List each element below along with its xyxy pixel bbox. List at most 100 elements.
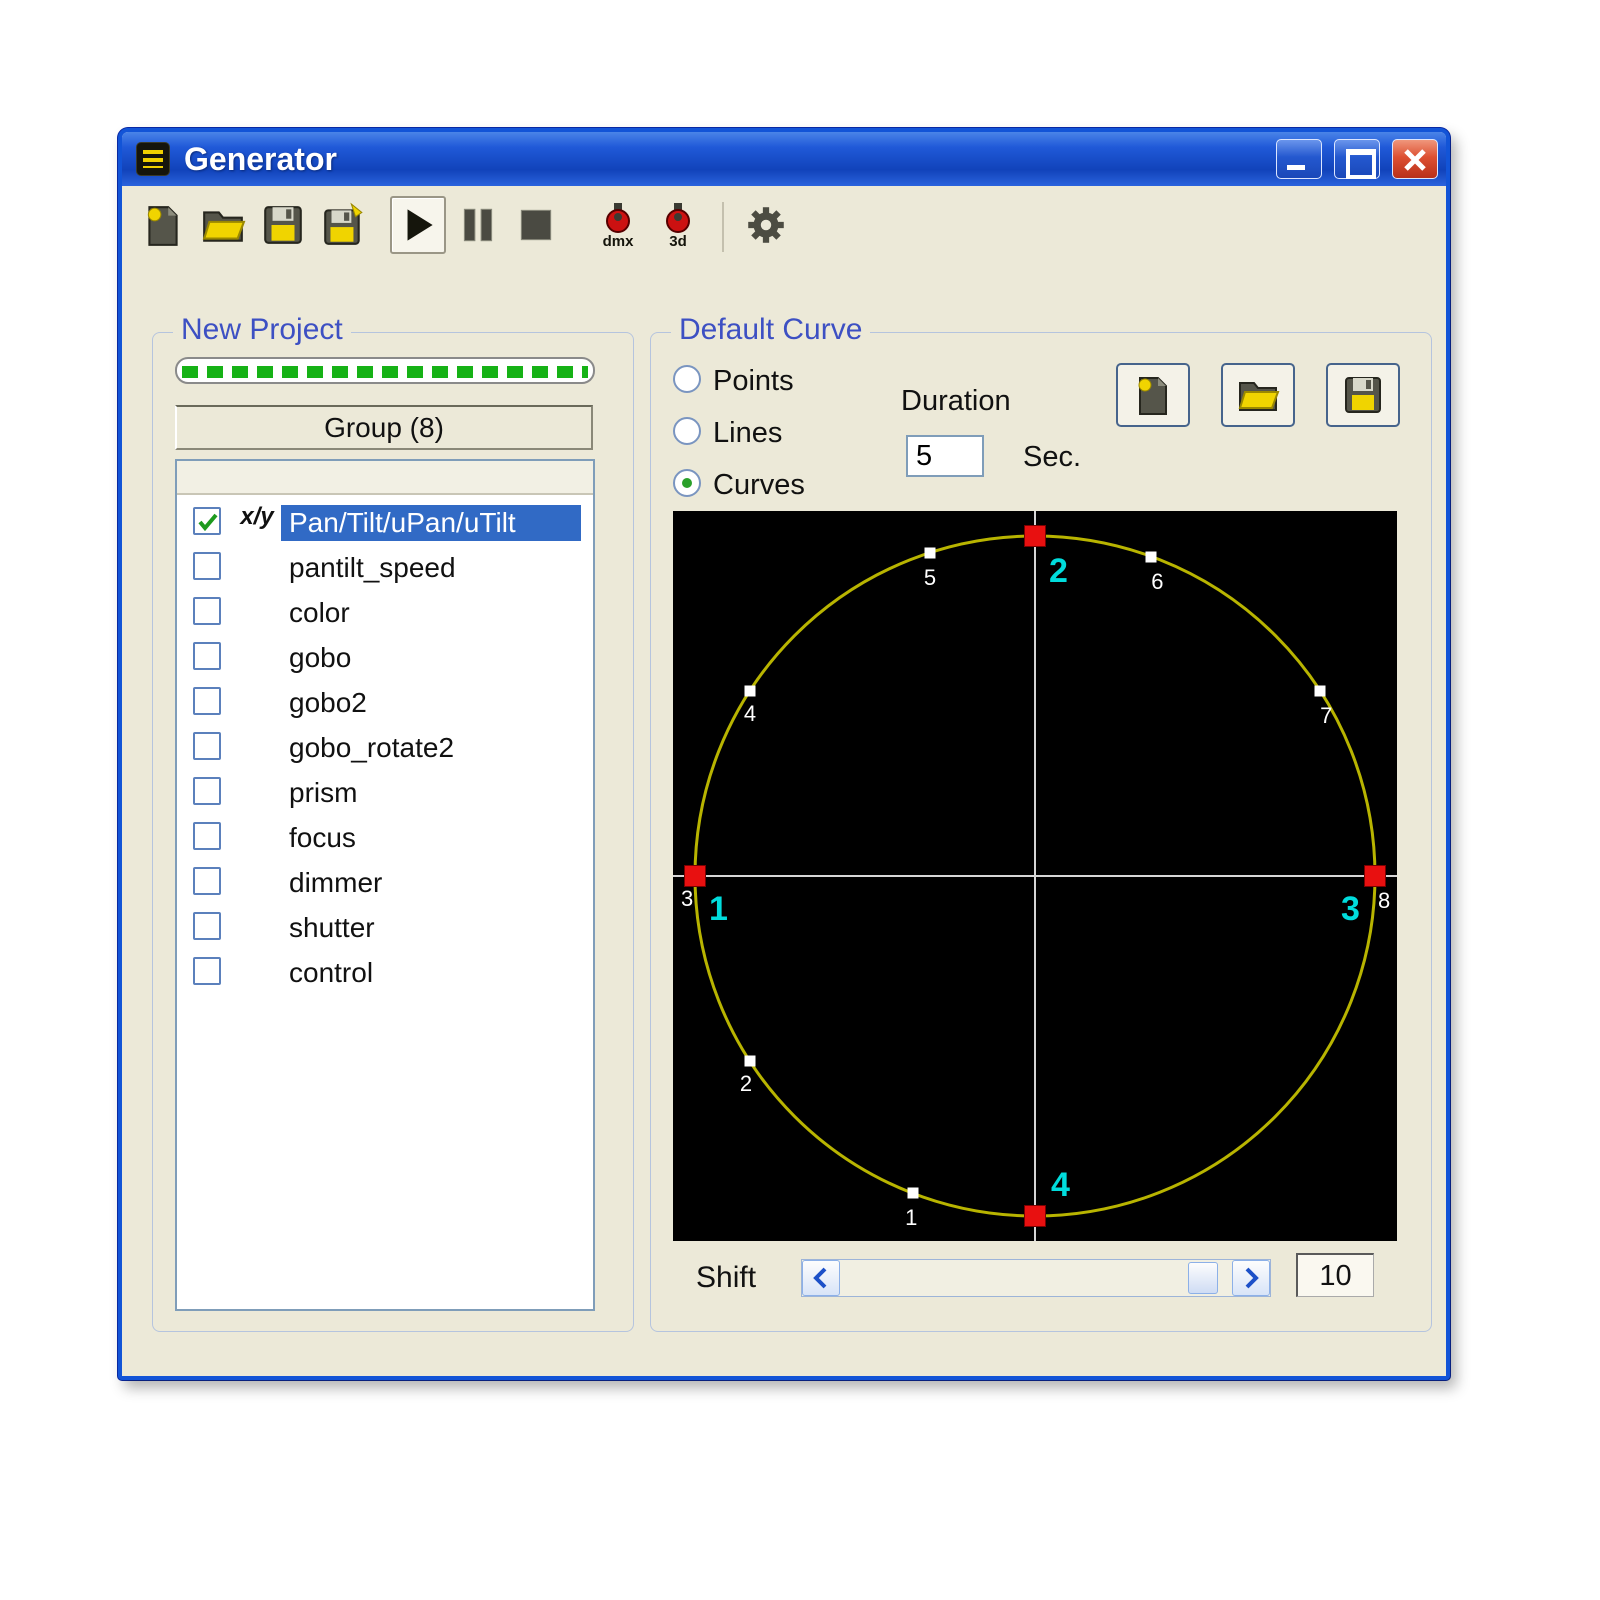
curve-save-button[interactable] [1326, 363, 1400, 427]
list-item-label: pantilt_speed [281, 550, 464, 586]
settings-button[interactable] [738, 196, 794, 254]
open-button[interactable] [195, 196, 251, 254]
generator-window: Generator [118, 128, 1450, 1380]
point-label: 5 [924, 565, 936, 591]
list-item[interactable]: gobo [177, 634, 593, 679]
stop-button[interactable] [508, 196, 564, 254]
progress-dashes [182, 366, 588, 378]
threed-button[interactable]: 3d [650, 196, 706, 254]
curve-point [744, 685, 755, 696]
control-point[interactable] [1364, 865, 1386, 887]
control-point[interactable] [1024, 525, 1046, 547]
list-item[interactable]: pantilt_speed [177, 544, 593, 589]
curve-open-button[interactable] [1221, 363, 1295, 427]
curve-point [908, 1188, 919, 1199]
close-button[interactable] [1392, 139, 1438, 179]
new-icon [140, 202, 186, 248]
list-item[interactable]: gobo2 [177, 679, 593, 724]
list-item-label: Pan/Tilt/uPan/uTilt [281, 505, 581, 541]
shift-scrollbar[interactable] [801, 1259, 1271, 1297]
curve-plot [673, 511, 1397, 1241]
checkbox[interactable] [193, 687, 221, 715]
shift-label: Shift [696, 1261, 756, 1295]
checkbox[interactable] [193, 957, 221, 985]
minimize-button[interactable] [1276, 139, 1322, 179]
radio-lines-label: Lines [713, 417, 782, 450]
checkbox[interactable] [193, 552, 221, 580]
chevron-left-icon [811, 1266, 831, 1290]
xy-icon: x/y [235, 503, 279, 531]
checkbox[interactable] [193, 642, 221, 670]
list-item[interactable]: color [177, 589, 593, 634]
new-project-groupbox: New Project Group (8) x/y Pan/Tilt/uPan/… [152, 332, 634, 1332]
checkbox[interactable] [193, 777, 221, 805]
duration-unit: Sec. [1023, 441, 1081, 474]
default-curve-groupbox: Default Curve Points Lines Curves Durati… [650, 332, 1432, 1332]
scroll-right-button[interactable] [1232, 1260, 1270, 1296]
checkbox[interactable] [193, 867, 221, 895]
stop-icon [513, 202, 559, 248]
curve-canvas[interactable]: 123456781234 [673, 511, 1397, 1241]
list-item-label: focus [281, 820, 364, 856]
dmx-button[interactable]: dmx [590, 196, 646, 254]
radio-circle[interactable] [673, 365, 701, 393]
control-point[interactable] [684, 865, 706, 887]
list-item[interactable]: shutter [177, 904, 593, 949]
save-as-icon [320, 202, 366, 248]
list-item[interactable]: focus [177, 814, 593, 859]
point-label: 2 [740, 1071, 752, 1097]
checkbox[interactable] [193, 597, 221, 625]
maximize-button[interactable] [1334, 139, 1380, 179]
scrollbar-track[interactable] [840, 1260, 1232, 1296]
progress-bar [175, 357, 595, 384]
list-item[interactable]: dimmer [177, 859, 593, 904]
scroll-left-button[interactable] [802, 1260, 840, 1296]
checkbox[interactable] [193, 822, 221, 850]
open-folder-icon [1236, 373, 1280, 417]
control-point[interactable] [1024, 1205, 1046, 1227]
radio-points-label: Points [713, 365, 794, 398]
checkbox[interactable] [193, 507, 221, 535]
list-item-label: dimmer [281, 865, 390, 901]
radio-circle[interactable] [673, 469, 701, 497]
list-item[interactable]: control [177, 949, 593, 994]
list-item-label: prism [281, 775, 365, 811]
toolbar: dmx 3d [122, 186, 1446, 266]
title-bar[interactable]: Generator [122, 132, 1446, 186]
list-item-label: color [281, 595, 358, 631]
checkbox[interactable] [193, 732, 221, 760]
save-as-button[interactable] [315, 196, 371, 254]
dmx-knob-icon [596, 201, 640, 235]
curve-new-button[interactable] [1116, 363, 1190, 427]
shift-value[interactable]: 10 [1296, 1253, 1374, 1297]
save-button[interactable] [255, 196, 311, 254]
list-item[interactable]: prism [177, 769, 593, 814]
close-icon [1402, 147, 1428, 173]
pause-button[interactable] [450, 196, 506, 254]
duration-input[interactable] [906, 435, 984, 477]
list-item[interactable]: gobo_rotate2 [177, 724, 593, 769]
group-header-button[interactable]: Group (8) [175, 405, 593, 450]
new-button[interactable] [135, 196, 191, 254]
checkbox[interactable] [193, 912, 221, 940]
list-item-label: control [281, 955, 381, 991]
play-button[interactable] [390, 196, 446, 254]
check-icon [197, 511, 219, 533]
point-label: 8 [1378, 888, 1390, 914]
app-icon [136, 142, 170, 176]
list-item-label: gobo [281, 640, 359, 676]
curve-point [1315, 685, 1326, 696]
point-label: 3 [681, 886, 693, 912]
point-label: 3 [1341, 890, 1360, 929]
play-icon [395, 202, 441, 248]
pause-icon [455, 202, 501, 248]
chevron-right-icon [1241, 1266, 1261, 1290]
scrollbar-thumb[interactable] [1188, 1262, 1218, 1294]
list-item[interactable]: x/y Pan/Tilt/uPan/uTilt [177, 499, 593, 544]
list-item-label: gobo2 [281, 685, 375, 721]
point-label: 4 [1051, 1166, 1070, 1205]
open-folder-icon [200, 202, 246, 248]
curve-point [744, 1056, 755, 1067]
channel-list[interactable]: x/y Pan/Tilt/uPan/uTilt pantilt_speed co… [175, 459, 595, 1311]
radio-circle[interactable] [673, 417, 701, 445]
